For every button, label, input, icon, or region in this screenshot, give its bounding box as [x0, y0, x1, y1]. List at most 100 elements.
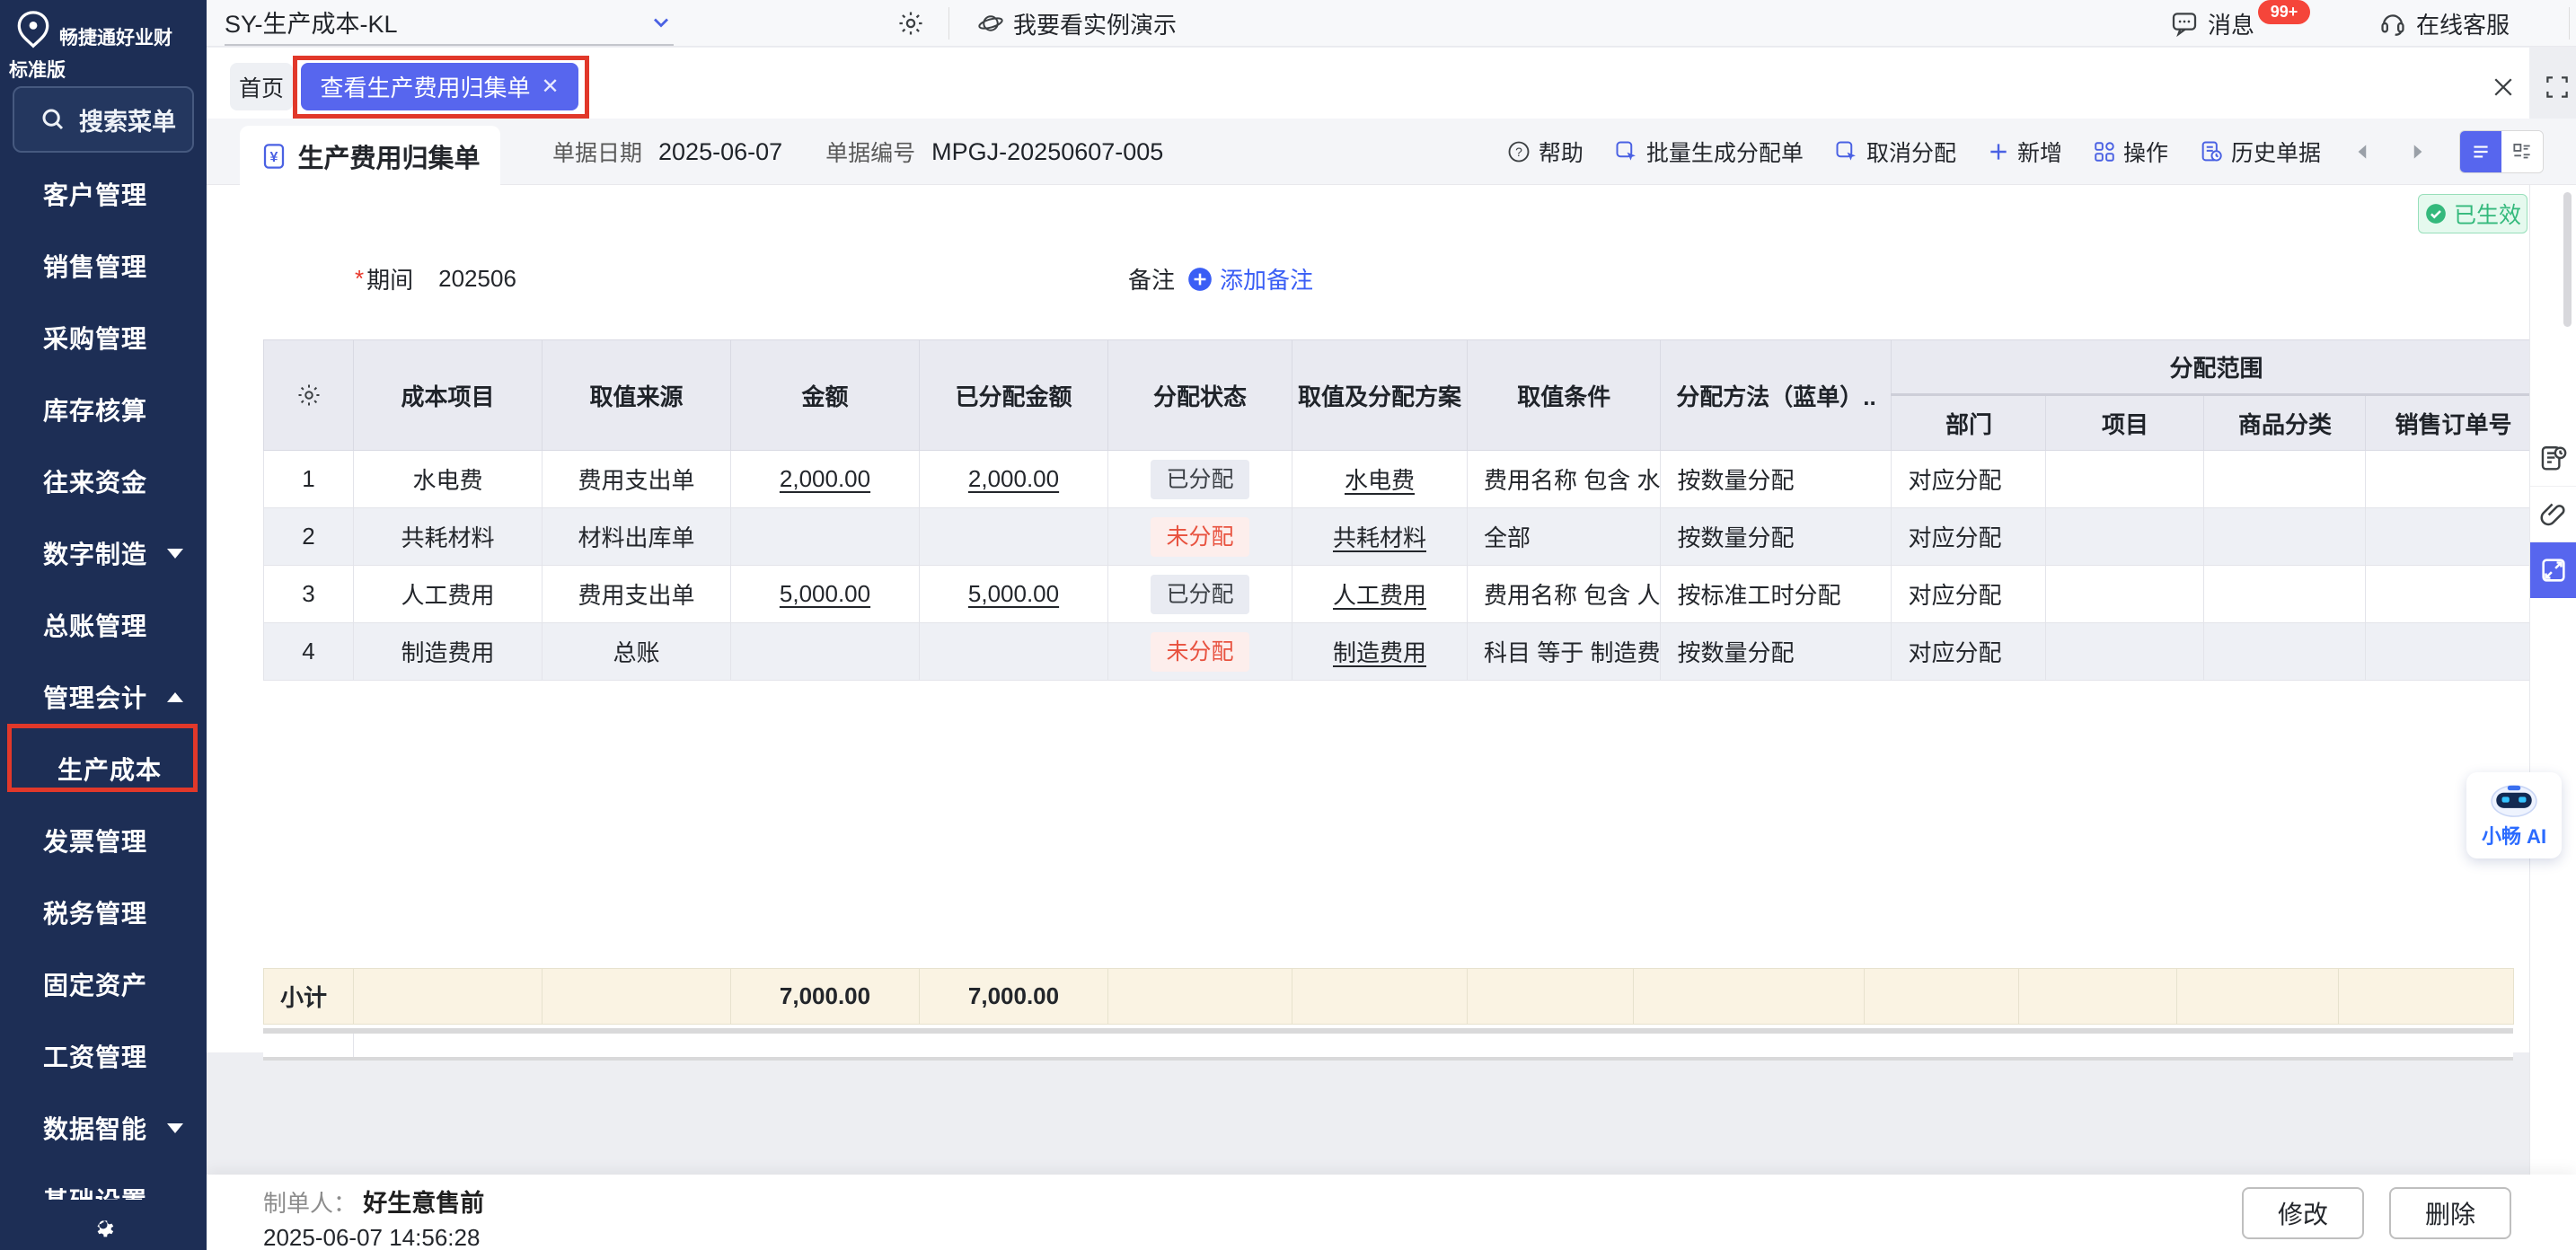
doc-number-label: 单据编号 [825, 136, 915, 168]
subcolumn-header-1[interactable]: 项目 [2046, 395, 2204, 451]
list-view-button[interactable] [2460, 131, 2501, 172]
add-new-button[interactable]: 新增 [1987, 136, 2062, 168]
column-header-2[interactable]: 金额 [731, 340, 920, 451]
table-settings-icon[interactable] [264, 340, 354, 451]
cell-link-scheme[interactable]: 共耗材料 [1333, 524, 1426, 551]
column-header-4[interactable]: 分配状态 [1108, 340, 1292, 451]
column-header-0[interactable]: 成本项目 [354, 340, 543, 451]
column-header-5[interactable]: 取值及分配方案 [1292, 340, 1468, 451]
cell-status: 已分配 [1108, 566, 1292, 623]
created-time: 2025-06-07 14:56:28 [263, 1224, 484, 1250]
menu-search-input[interactable]: 搜索菜单 [13, 86, 194, 153]
prev-record-button[interactable] [2351, 140, 2375, 163]
cost-table: 成本项目取值来源金额已分配金额分配状态取值及分配方案取值条件分配方法（蓝单）..… [263, 339, 2541, 681]
batch-generate-button[interactable]: 批量生成分配单 [1614, 136, 1804, 168]
app-window: 畅捷通好业财 标准版 搜索菜单 客户管理销售管理采购管理库存核算往来资金数字制造… [0, 0, 2576, 1250]
period-label: 期间 [366, 262, 413, 295]
edit-button[interactable]: 修改 [2242, 1187, 2364, 1239]
cell-row-number: 4 [264, 623, 354, 681]
vertical-scrollbar-thumb[interactable] [2563, 192, 2572, 327]
online-support-button[interactable]: 在线客服 [2378, 0, 2510, 47]
subcolumn-header-3[interactable]: 销售订单号 [2366, 395, 2541, 451]
tab-active-document[interactable]: 查看生产费用归集单 ✕ [301, 63, 578, 110]
sidebar-item-purchase-mgmt[interactable]: 采购管理 [0, 302, 207, 374]
topbar-settings-button[interactable] [896, 9, 925, 38]
doc-date-label: 单据日期 [552, 136, 642, 168]
document-toolbar: ? 帮助 批量生成分配单 取消分配 新增 [1506, 119, 2544, 185]
next-record-button[interactable] [2405, 140, 2429, 163]
sidebar-item-inventory-accounting[interactable]: 库存核算 [0, 374, 207, 445]
sidebar-item-invoice-mgmt[interactable]: 发票管理 [0, 805, 207, 876]
sidebar-item-tax-mgmt[interactable]: 税务管理 [0, 876, 207, 948]
column-header-6[interactable]: 取值条件 [1468, 340, 1661, 451]
status-badge: 已生效 [2418, 194, 2527, 233]
cell-link-allocated-amount[interactable]: 5,000.00 [968, 580, 1059, 607]
cell-allocated-amount: 2,000.00 [920, 451, 1108, 508]
doc-log-button[interactable] [2530, 431, 2576, 487]
operations-label: 操作 [2123, 136, 2168, 168]
add-new-label: 新增 [2017, 136, 2062, 168]
subcolumn-header-0[interactable]: 部门 [1892, 395, 2046, 451]
doc-history-icon [2199, 139, 2224, 164]
messages-button[interactable]: 消息 [2170, 0, 2254, 47]
ai-assistant-widget[interactable]: 小畅 AI [2466, 772, 2562, 858]
cancel-allocation-button[interactable]: 取消分配 [1834, 136, 1956, 168]
sidebar-item-data-intelligence[interactable]: 数据智能 [0, 1092, 207, 1164]
sidebar-item-payroll-mgmt[interactable]: 工资管理 [0, 1020, 207, 1092]
column-header-1[interactable]: 取值来源 [543, 340, 731, 451]
logo-icon [13, 9, 54, 50]
sidebar-item-fixed-assets[interactable]: 固定资产 [0, 948, 207, 1020]
sidebar-item-current-funds[interactable]: 往来资金 [0, 445, 207, 517]
fullscreen-icon[interactable] [2544, 74, 2571, 101]
cell-goods-category [2204, 566, 2366, 623]
cell-sales-order-no [2366, 623, 2541, 681]
cell-link-scheme[interactable]: 人工费用 [1333, 582, 1426, 609]
horizontal-scrollbar[interactable] [263, 1028, 2513, 1061]
cell-cost-item: 人工费用 [354, 566, 543, 623]
card-view-button[interactable] [2501, 131, 2543, 172]
cell-link-amount[interactable]: 5,000.00 [780, 580, 870, 607]
cell-link-scheme[interactable]: 水电费 [1345, 467, 1415, 494]
add-remark-link[interactable]: 添加备注 [1187, 262, 1313, 295]
cell-link-scheme[interactable]: 制造费用 [1333, 639, 1426, 666]
demo-link[interactable]: 我要看实例演示 [977, 0, 1177, 47]
column-header-7[interactable]: 分配方法（蓝单）.. [1661, 340, 1892, 451]
sidebar-item-general-ledger[interactable]: 总账管理 [0, 589, 207, 661]
tab-close-icon[interactable]: ✕ [541, 74, 559, 100]
sidebar-item-digital-manufacturing[interactable]: 数字制造 [0, 517, 207, 589]
sidebar-item-management-accounting[interactable]: 管理会计 [0, 661, 207, 733]
doc-cursor-icon [1614, 139, 1639, 164]
message-bubble-icon [2170, 9, 2199, 38]
sidebar-item-sales-mgmt[interactable]: 销售管理 [0, 230, 207, 302]
column-header-3[interactable]: 已分配金额 [920, 340, 1108, 451]
cell-method: 按标准工时分配 [1661, 566, 1892, 623]
chevron-up-icon [167, 692, 183, 702]
cell-link-allocated-amount[interactable]: 2,000.00 [968, 465, 1059, 492]
doc-cursor-icon [1834, 139, 1859, 164]
cell-link-amount[interactable]: 2,000.00 [780, 465, 870, 492]
subtotal-cell [1108, 969, 1292, 1025]
history-button[interactable]: 历史单据 [2199, 136, 2321, 168]
grid-icon [2093, 140, 2116, 163]
sidebar-item-label: 发票管理 [43, 823, 147, 858]
rail-icons [2530, 431, 2576, 598]
attachments-button[interactable] [2530, 487, 2576, 542]
globe-icon [977, 10, 1004, 37]
operations-button[interactable]: 操作 [2093, 136, 2168, 168]
svg-text:¥: ¥ [270, 150, 278, 165]
tab-home[interactable]: 首页 [230, 63, 293, 110]
expand-panel-button[interactable] [2530, 542, 2576, 598]
robot-icon [2489, 781, 2539, 819]
doc-number-value: MPGJ-20250607-005 [931, 138, 1163, 166]
help-button[interactable]: ? 帮助 [1506, 136, 1584, 168]
delete-button[interactable]: 删除 [2389, 1187, 2511, 1239]
workspace-selector[interactable]: SY-生产成本-KL [225, 0, 674, 46]
sidebar-item-production-cost[interactable]: 生产成本 [0, 733, 207, 805]
close-all-icon[interactable] [2490, 74, 2517, 101]
sidebar-item-customer-mgmt[interactable]: 客户管理 [0, 158, 207, 230]
subtotal-table: 小计7,000.007,000.00 [263, 968, 2514, 1025]
scroll-strip-divider [353, 1034, 354, 1057]
demo-link-label: 我要看实例演示 [1013, 7, 1177, 40]
subcolumn-header-2[interactable]: 商品分类 [2204, 395, 2366, 451]
settings-gear-icon[interactable] [89, 1210, 118, 1239]
